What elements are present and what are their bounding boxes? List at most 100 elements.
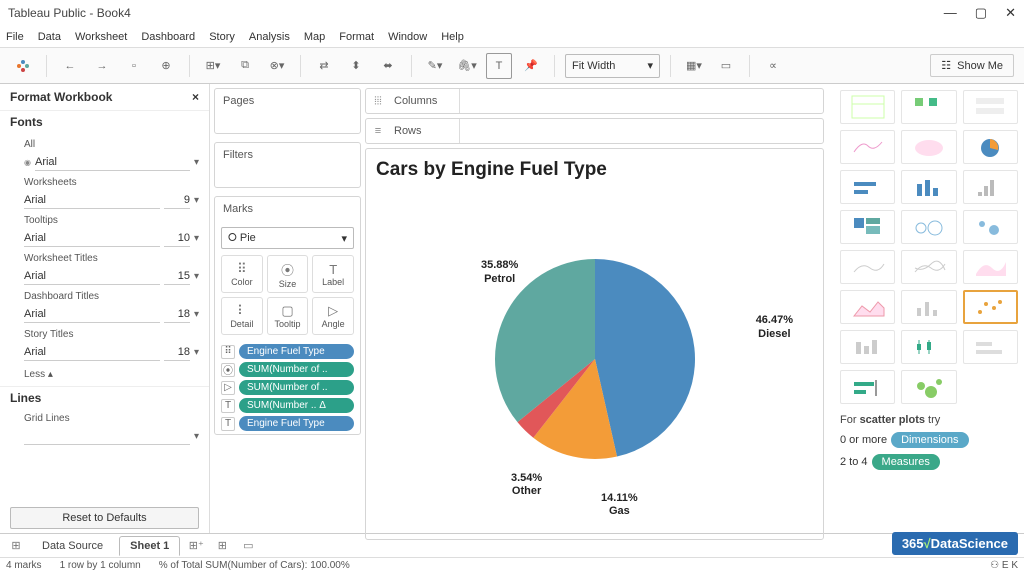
showme-thumb-9[interactable] — [840, 210, 895, 244]
marks-color[interactable]: ⠿Color — [221, 255, 263, 293]
fonts-worksheets-font[interactable]: Arial — [24, 192, 160, 209]
showme-thumb-6[interactable] — [840, 170, 895, 204]
fonts-storytitles-font[interactable]: Arial — [24, 344, 160, 361]
showme-thumb-16[interactable] — [901, 290, 956, 324]
showme-thumb-5[interactable] — [963, 130, 1018, 164]
group-icon[interactable]: 🖇▾ — [454, 53, 480, 79]
new-story-icon[interactable]: ▭ — [238, 539, 258, 552]
showme-thumb-3[interactable] — [840, 130, 895, 164]
minimize-icon[interactable]: — — [944, 5, 957, 21]
pin-icon[interactable]: 📌 — [518, 53, 544, 79]
highlight-icon[interactable]: ✎▾ — [422, 53, 448, 79]
marks-angle[interactable]: ▷Angle — [312, 297, 354, 335]
fonts-worksheets-size[interactable]: 9 — [164, 192, 190, 209]
menu-dashboard[interactable]: Dashboard — [141, 31, 195, 43]
fonts-tooltips-size[interactable]: 10 — [164, 230, 190, 247]
close-panel-icon[interactable]: × — [192, 90, 199, 104]
menu-story[interactable]: Story — [209, 31, 235, 43]
pill-engine-fuel-type-color[interactable]: ⠿Engine Fuel Type — [221, 344, 354, 359]
pie-chart[interactable]: 46.47%Diesel 14.11%Gas 3.54%Other 35.88%… — [376, 189, 813, 529]
status-bar: 4 marks 1 row by 1 column % of Total SUM… — [0, 557, 1024, 573]
new-sheet-icon[interactable]: ⊞▾ — [200, 53, 226, 79]
gridlines-dropdown[interactable] — [24, 428, 190, 445]
cards-icon[interactable]: ▦▾ — [681, 53, 707, 79]
menu-data[interactable]: Data — [38, 31, 61, 43]
maximize-icon[interactable]: ▢ — [975, 5, 987, 21]
showme-thumb-13[interactable] — [901, 250, 956, 284]
fonts-tooltips-font[interactable]: Arial — [24, 230, 160, 247]
menu-worksheet[interactable]: Worksheet — [75, 31, 127, 43]
menu-format[interactable]: Format — [339, 31, 374, 43]
save-icon[interactable]: ▫ — [121, 53, 147, 79]
showme-label: Show Me — [957, 60, 1003, 72]
showme-thumb-1[interactable] — [901, 90, 956, 124]
pill-sum-number-size[interactable]: ⦿SUM(Number of .. — [221, 362, 354, 377]
menu-file[interactable]: File — [6, 31, 24, 43]
present-icon[interactable]: ▭ — [713, 53, 739, 79]
new-dashboard-icon[interactable]: ⊞ — [212, 539, 232, 552]
menu-map[interactable]: Map — [304, 31, 325, 43]
menu-analysis[interactable]: Analysis — [249, 31, 290, 43]
showme-thumb-14[interactable] — [963, 250, 1018, 284]
marks-tooltip[interactable]: ▢Tooltip — [267, 297, 309, 335]
fonts-dbtitles-size[interactable]: 18 — [164, 306, 190, 323]
viz-title[interactable]: Cars by Engine Fuel Type — [376, 159, 813, 181]
rows-label: Rows — [390, 119, 460, 143]
pill-sum-number-angle[interactable]: ▷SUM(Number of .. — [221, 380, 354, 395]
tab-sheet1[interactable]: Sheet 1 — [119, 536, 180, 556]
duplicate-icon[interactable]: ⧉ — [232, 53, 258, 79]
fonts-row-label-2: Worksheet Titles — [0, 249, 209, 266]
showme-thumb-0[interactable] — [840, 90, 895, 124]
reset-defaults-button[interactable]: Reset to Defaults — [10, 507, 199, 529]
showme-thumb-21[interactable] — [840, 370, 895, 404]
menu-window[interactable]: Window — [388, 31, 427, 43]
fonts-dbtitles-font[interactable]: Arial — [24, 306, 160, 323]
sort-desc-icon[interactable]: ⬌ — [375, 53, 401, 79]
showme-thumb-15[interactable] — [840, 290, 895, 324]
showme-thumb-19[interactable] — [901, 330, 956, 364]
showme-thumb-7[interactable] — [901, 170, 956, 204]
tab-datasource[interactable]: Data Source — [32, 537, 113, 555]
fonts-wstitles-font[interactable]: Arial — [24, 268, 160, 285]
fonts-storytitles-size[interactable]: 18 — [164, 344, 190, 361]
marks-label[interactable]: TLabel — [312, 255, 354, 293]
marks-size[interactable]: ⦿Size — [267, 255, 309, 293]
showme-thumb-18[interactable] — [840, 330, 895, 364]
showme-thumb-20[interactable] — [963, 330, 1018, 364]
columns-shelf[interactable]: ⦙⦙⦙ Columns — [365, 88, 824, 114]
showme-thumb-10[interactable] — [901, 210, 956, 244]
showme-thumb-17[interactable] — [963, 290, 1018, 324]
share-icon[interactable]: ∝ — [760, 53, 786, 79]
marks-card: Marks ⭘ Pie▾ ⠿Color ⦿Size TLabel ⠇Detail… — [214, 196, 361, 435]
pages-shelf[interactable]: Pages — [214, 88, 361, 134]
back-icon[interactable]: ← — [57, 53, 83, 79]
fonts-less-toggle[interactable]: Less ▴ — [0, 363, 209, 386]
showme-thumb-12[interactable] — [840, 250, 895, 284]
new-data-icon[interactable]: ⊕ — [153, 53, 179, 79]
logo-icon[interactable] — [10, 53, 36, 79]
label-icon[interactable]: T — [486, 53, 512, 79]
close-icon[interactable]: ✕ — [1005, 5, 1016, 21]
marks-detail[interactable]: ⠇Detail — [221, 297, 263, 335]
showme-thumb-11[interactable] — [963, 210, 1018, 244]
showme-thumb-22[interactable] — [901, 370, 956, 404]
new-worksheet-icon[interactable]: ⊞⁺ — [186, 539, 206, 552]
pill-sum-number-label[interactable]: TSUM(Number .. Δ — [221, 398, 354, 413]
fit-dropdown[interactable]: Fit Width ▾ — [565, 54, 660, 78]
showme-thumb-4[interactable] — [901, 130, 956, 164]
filters-shelf[interactable]: Filters — [214, 142, 361, 188]
showme-thumb-2[interactable] — [963, 90, 1018, 124]
fonts-wstitles-size[interactable]: 15 — [164, 268, 190, 285]
menu-help[interactable]: Help — [441, 31, 464, 43]
clear-icon[interactable]: ⊗▾ — [264, 53, 290, 79]
forward-icon[interactable]: → — [89, 53, 115, 79]
swap-icon[interactable]: ⇄ — [311, 53, 337, 79]
fonts-section-title: Fonts — [0, 110, 209, 133]
showme-thumb-8[interactable] — [963, 170, 1018, 204]
rows-shelf[interactable]: ≡ Rows — [365, 118, 824, 144]
marks-type-dropdown[interactable]: ⭘ Pie▾ — [221, 227, 354, 249]
fonts-all-dropdown[interactable]: Arial — [35, 154, 190, 171]
showme-button[interactable]: ☷ Show Me — [930, 54, 1014, 77]
pill-engine-fuel-type-label[interactable]: TEngine Fuel Type — [221, 416, 354, 431]
sort-asc-icon[interactable]: ⬍ — [343, 53, 369, 79]
